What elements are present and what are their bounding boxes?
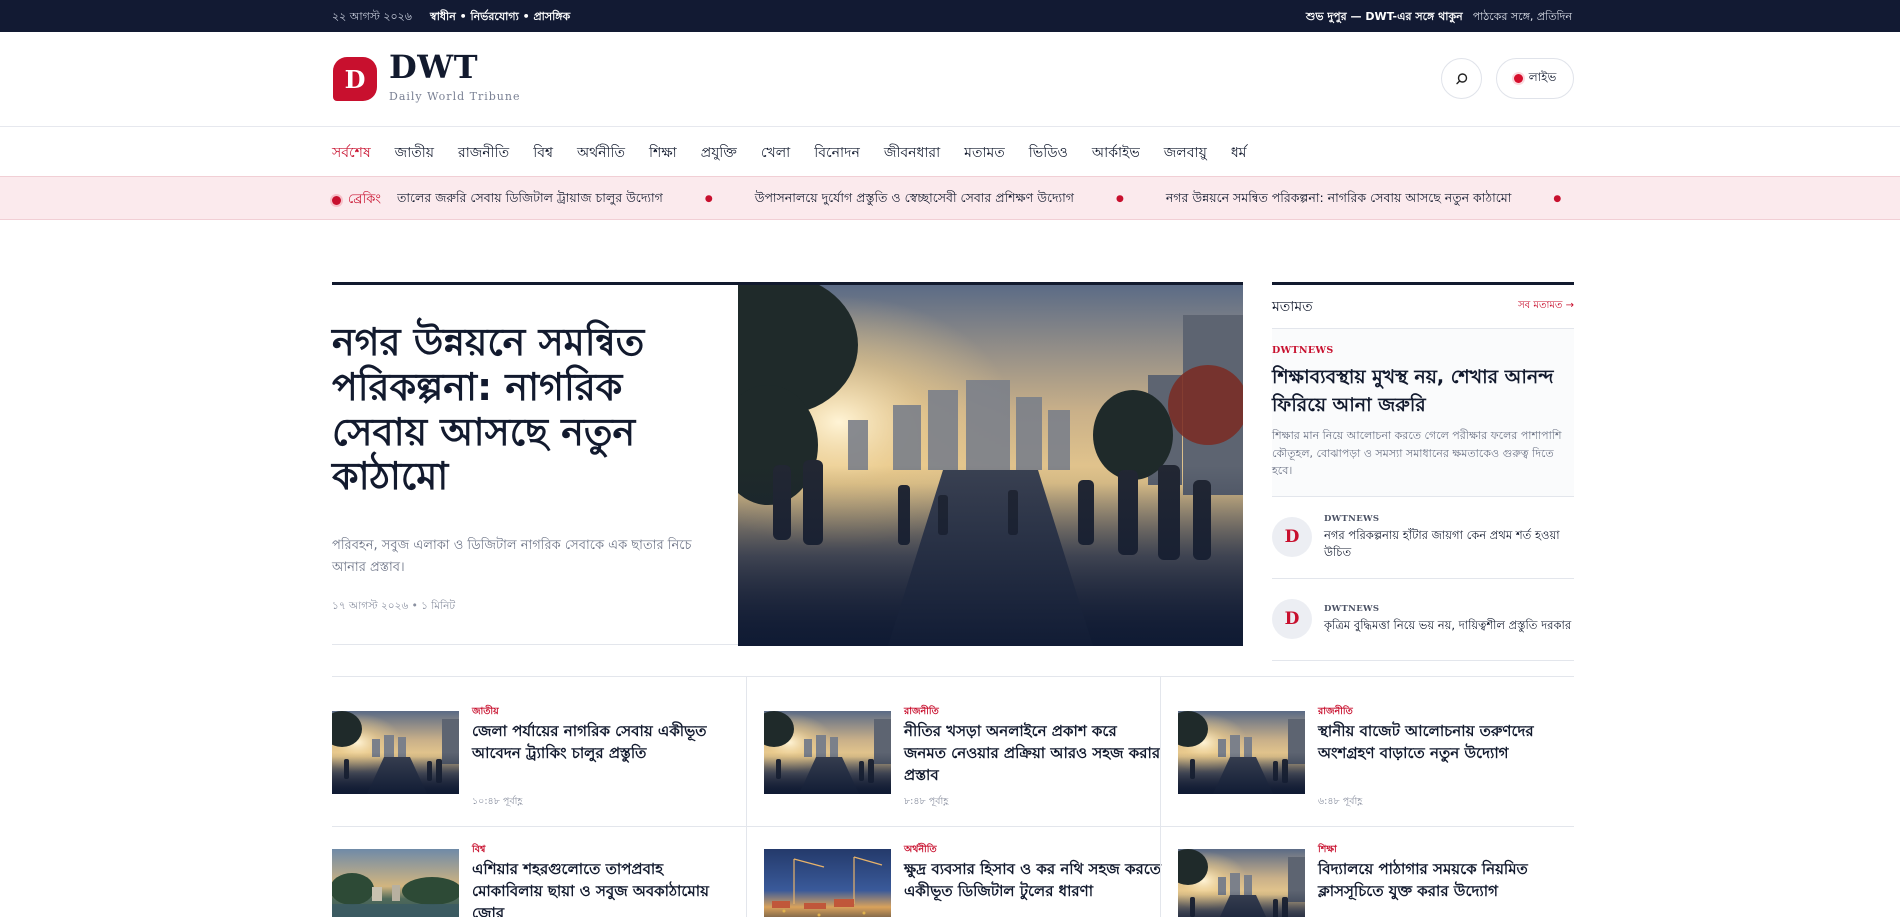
breaking-headline[interactable]: তালের জরুরি সেবায় ডিজিটাল ট্রায়াজ চালু… xyxy=(397,190,663,205)
story-card[interactable]: শিক্ষা বিদ্যালয়ে পাঠাগার সময়কে নিয়মিত … xyxy=(1178,815,1592,917)
nav-list: সর্বশেষ জাতীয় রাজনীতি বিশ্ব অর্থনীতি শিক্ষা প… xyxy=(332,141,1270,165)
featured-opinion-byline: DWTNEWS xyxy=(1272,345,1334,356)
nav-item[interactable]: খেলা xyxy=(761,141,790,165)
nav-item[interactable]: ভিডিও xyxy=(1029,141,1068,165)
nav-item[interactable]: আর্কাইভ xyxy=(1092,141,1140,165)
live-label: লাইভ xyxy=(1528,69,1557,84)
lead-story-summary: পরিবহন, সবুজ এলাকা ও ডিজিটাল নাগরিক সেবা… xyxy=(332,538,692,576)
opinion-item-text: DWTNEWS নগর পরিকল্পনায় হাঁটার জায়গা কেন… xyxy=(1324,514,1574,562)
ticker-separator-icon: ● xyxy=(1553,193,1562,204)
ticker-separator-icon: ● xyxy=(1115,193,1124,204)
nav-item[interactable]: বিনোদন xyxy=(814,141,860,165)
greeting-text: শুভ দুপুর — DWT-এর সঙ্গে থাকুন পাঠকের সঙ্… xyxy=(1306,8,1572,27)
nav-item[interactable]: জীবনধারা xyxy=(884,141,940,165)
story-thumbnail[interactable] xyxy=(764,849,891,917)
breaking-label-text: ব্রেকিং xyxy=(348,192,381,207)
breaking-ticker: তালের জরুরি সেবায় ডিজিটাল ট্রায়াজ চালু… xyxy=(397,190,1574,210)
story-grid: জাতীয় জেলা পর্যায়ের নাগরিক সেবায় একীভূ… xyxy=(332,676,1574,917)
opinion-heading: মতামত xyxy=(1272,298,1313,315)
story-category[interactable]: রাজনীতি xyxy=(1318,705,1353,720)
grid-column-divider xyxy=(746,677,747,917)
opinion-item[interactable]: D DWTNEWS নগর পরিকল্পনায় হাঁটার জায়গা কে… xyxy=(1272,497,1574,579)
story-time: ১০:৪৮ পূর্বাহ্ণ xyxy=(472,796,523,807)
story-thumbnail[interactable] xyxy=(764,711,891,794)
opinion-sidebar: মতামত সব মতামত → DWTNEWS শিক্ষাব্যবস্থায… xyxy=(1272,282,1574,661)
main-navigation: সর্বশেষ জাতীয় রাজনীতি বিশ্ব অর্থনীতি শিক্ষা প… xyxy=(0,127,1900,176)
all-opinions-link[interactable]: সব মতামত → xyxy=(1518,298,1574,315)
opinion-list: D DWTNEWS নগর পরিকল্পনায় হাঁটার জায়গা কে… xyxy=(1272,497,1574,661)
city-sunrise-image xyxy=(738,285,1243,646)
featured-opinion-title[interactable]: শিক্ষাব্যবস্থায় মুখস্থ নয়, শেখার আনন্দ… xyxy=(1272,364,1574,419)
search-button[interactable] xyxy=(1441,58,1482,99)
story-category[interactable]: বিশ্ব xyxy=(472,843,485,858)
lead-story-headline[interactable]: নগর উন্নয়নে সমন্বিত পরিকল্পনা: নাগরিক স… xyxy=(332,320,712,499)
current-date: ২২ আগস্ট ২০২৬ xyxy=(332,10,412,23)
opinion-header: মতামত সব মতামত → xyxy=(1272,285,1574,329)
live-button[interactable]: লাইভ xyxy=(1496,58,1574,99)
story-headline[interactable]: এশিয়ার শহরগুলোতে তাপপ্রবাহ মোকাবিলায় ছ… xyxy=(472,859,730,917)
opinion-item-byline: DWTNEWS xyxy=(1324,604,1380,615)
greeting-sub: পাঠকের সঙ্গে, প্রতিদিন xyxy=(1472,10,1572,23)
nav-item[interactable]: জাতীয় xyxy=(395,141,434,165)
story-category[interactable]: অর্থনীতি xyxy=(904,843,937,858)
opinion-item-title[interactable]: কৃত্রিম বুদ্ধিমত্তা নিয়ে ভয় নয়, দায়ি… xyxy=(1324,617,1571,634)
site-header: D DWT Daily World Tribune লাইভ xyxy=(0,32,1900,127)
story-card[interactable]: রাজনীতি নীতির খসড়া অনলাইনে প্রকাশ করে জন… xyxy=(764,677,1178,815)
story-card[interactable]: বিশ্ব এশিয়ার শহরগুলোতে তাপপ্রবাহ মোকাবিল… xyxy=(332,815,746,917)
story-card[interactable]: জাতীয় জেলা পর্যায়ের নাগরিক সেবায় একীভূ… xyxy=(332,677,746,815)
breaking-headline[interactable]: নগর উন্নয়নে সমন্বিত পরিকল্পনা: নাগরিক স… xyxy=(1166,190,1511,205)
grid-row-divider xyxy=(332,826,1574,827)
story-thumbnail[interactable] xyxy=(332,849,459,917)
story-category[interactable]: জাতীয় xyxy=(472,705,499,720)
site-tagline: Daily World Tribune xyxy=(389,90,521,103)
story-time: ৮:৪৮ পূর্বাহ্ণ xyxy=(904,796,949,807)
ticker-separator-icon: ● xyxy=(704,193,713,204)
author-avatar: D xyxy=(1272,517,1312,558)
author-avatar: D xyxy=(1272,599,1312,640)
story-card[interactable]: অর্থনীতি ক্ষুদ্র ব্যবসার হিসাব ও কর নথি স… xyxy=(764,815,1178,917)
story-card[interactable]: রাজনীতি স্থানীয় বাজেট আলোচনায় তরুণদের অ… xyxy=(1178,677,1592,815)
nav-item[interactable]: অর্থনীতি xyxy=(577,141,625,165)
story-headline[interactable]: ক্ষুদ্র ব্যবসার হিসাব ও কর নথি সহজ করতে … xyxy=(904,859,1162,903)
story-headline[interactable]: বিদ্যালয়ে পাঠাগার সময়কে নিয়মিত ক্লাসস… xyxy=(1318,859,1576,903)
site-motto: স্বাধীন • নির্ভরযোগ্য • প্রাসঙ্গিক xyxy=(430,10,571,23)
nav-item[interactable]: রাজনীতি xyxy=(458,141,509,165)
story-time: ৬:৪৮ পূর্বাহ্ণ xyxy=(1318,796,1363,807)
story-category[interactable]: রাজনীতি xyxy=(904,705,939,720)
search-icon xyxy=(1455,72,1467,84)
story-headline[interactable]: নীতির খসড়া অনলাইনে প্রকাশ করে জনমত নেওয… xyxy=(904,721,1162,786)
breaking-dot-icon xyxy=(332,196,341,205)
nav-item[interactable]: জলবায়ু xyxy=(1164,141,1207,165)
live-dot-icon xyxy=(1513,74,1523,83)
nav-item[interactable]: মতামত xyxy=(964,141,1005,165)
nav-item[interactable]: প্রযুক্তি xyxy=(701,141,737,165)
nav-item[interactable]: সর্বশেষ xyxy=(332,141,371,165)
grid-column-divider xyxy=(1160,677,1161,917)
featured-opinion-summary: শিক্ষার মান নিয়ে আলোচনা করতে গেলে পরীক্… xyxy=(1272,429,1562,478)
greeting-main: শুভ দুপুর — DWT-এর সঙ্গে থাকুন xyxy=(1305,10,1463,23)
opinion-item-byline: DWTNEWS xyxy=(1324,513,1380,524)
breaking-label: ব্রেকিং xyxy=(332,190,381,211)
story-headline[interactable]: স্থানীয় বাজেট আলোচনায় তরুণদের অংশগ্রহণ… xyxy=(1318,721,1576,765)
story-thumbnail[interactable] xyxy=(1178,849,1305,917)
story-thumbnail[interactable] xyxy=(332,711,459,794)
nav-item[interactable]: ধর্ম xyxy=(1231,141,1247,165)
lead-story-image[interactable] xyxy=(738,285,1243,646)
opinion-item-text: DWTNEWS কৃত্রিম বুদ্ধিমত্তা নিয়ে ভয় নয়… xyxy=(1324,604,1571,634)
breaking-news-bar: ব্রেকিং তালের জরুরি সেবায় ডিজিটাল ট্রায… xyxy=(0,176,1900,220)
site-logo-name[interactable]: DWT xyxy=(389,48,478,86)
lead-story-meta: ১৭ আগস্ট ২০২৬ • ১ মিনিট xyxy=(332,600,456,612)
breaking-headline[interactable]: উপাসনালয়ে দুর্যোগ প্রস্তুতি ও স্বেচ্ছাস… xyxy=(755,190,1074,205)
nav-item[interactable]: শিক্ষা xyxy=(649,141,677,165)
opinion-item-title[interactable]: নগর পরিকল্পনায় হাঁটার জায়গা কেন প্রথম … xyxy=(1324,527,1574,562)
story-headline[interactable]: জেলা পর্যায়ের নাগরিক সেবায় একীভূত আবেদ… xyxy=(472,721,730,765)
featured-opinion[interactable]: DWTNEWS শিক্ষাব্যবস্থায় মুখস্থ নয়, শেখ… xyxy=(1272,329,1574,497)
story-category[interactable]: শিক্ষা xyxy=(1318,843,1337,858)
story-thumbnail[interactable] xyxy=(1178,711,1305,794)
nav-item[interactable]: বিশ্ব xyxy=(533,141,553,165)
lead-story: নগর উন্নয়নে সমন্বিত পরিকল্পনা: নাগরিক স… xyxy=(332,282,1243,646)
top-utility-bar: ২২ আগস্ট ২০২৬ স্বাধীন • নির্ভরযোগ্য • প্… xyxy=(0,0,1900,32)
opinion-item[interactable]: D DWTNEWS কৃত্রিম বুদ্ধিমত্তা নিয়ে ভয় নয… xyxy=(1272,579,1574,661)
logo-mark[interactable]: D xyxy=(333,57,377,101)
